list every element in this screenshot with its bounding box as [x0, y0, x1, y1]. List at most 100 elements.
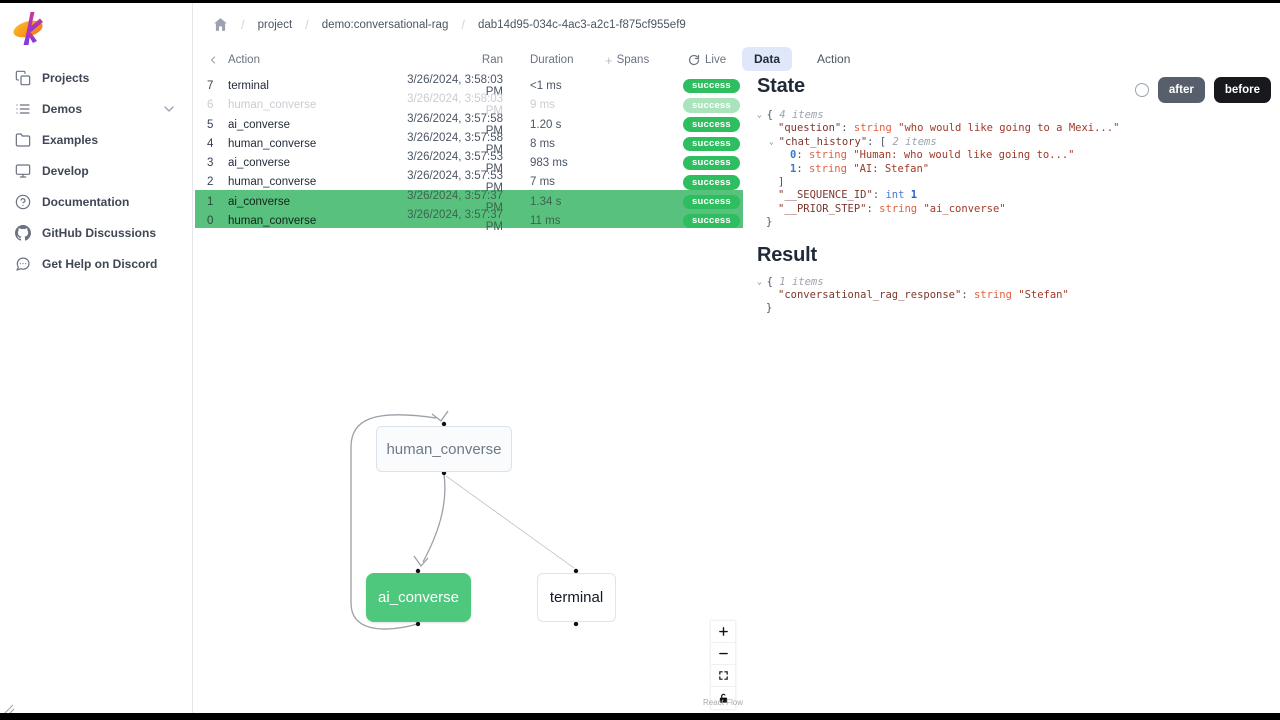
- breadcrumb-separator: /: [305, 17, 309, 32]
- json-line: "question": string "who would like going…: [757, 122, 1272, 135]
- state-json-tree: ⌄ { 4 items"question": string "who would…: [757, 109, 1272, 230]
- sidebar-item-get-help-on-discord[interactable]: Get Help on Discord: [0, 248, 192, 279]
- table-row[interactable]: 0human_converse3/26/2024, 3:57:37 PM11 m…: [195, 209, 743, 228]
- json-line: ⌄ { 4 items: [757, 109, 1272, 122]
- breadcrumb-item[interactable]: project: [258, 19, 293, 31]
- table-row[interactable]: 7terminal3/26/2024, 3:58:03 PM<1 mssucce…: [195, 74, 743, 93]
- burr-logo-icon[interactable]: [12, 10, 46, 48]
- column-header-spans[interactable]: + Spans: [595, 53, 683, 68]
- json-line: "__SEQUENCE_ID": int 1: [757, 189, 1272, 202]
- table-body: 7terminal3/26/2024, 3:58:03 PM<1 mssucce…: [195, 74, 743, 228]
- examples-folder-icon: [15, 132, 31, 148]
- after-before-toggle: after before: [1135, 77, 1271, 103]
- row-index: 2: [195, 176, 228, 188]
- result-title: Result: [757, 244, 1272, 267]
- row-action: terminal: [228, 80, 391, 92]
- before-button[interactable]: before: [1214, 77, 1271, 103]
- row-duration: 1.34 s: [503, 196, 595, 208]
- graph-node-human-converse[interactable]: human_converse: [376, 426, 512, 472]
- breadcrumb-item[interactable]: dab14d95-034c-4ac3-a2c1-f875cf955ef9: [478, 19, 686, 31]
- json-line: }: [757, 216, 1272, 229]
- table-row[interactable]: 5ai_converse3/26/2024, 3:57:58 PM1.20 ss…: [195, 113, 743, 132]
- back-chevron-icon[interactable]: [195, 54, 228, 66]
- row-duration: 9 ms: [503, 99, 595, 111]
- row-duration: 983 ms: [503, 157, 595, 169]
- row-action: ai_converse: [228, 119, 391, 131]
- projects-copy-icon: [15, 70, 31, 86]
- compare-radio[interactable]: [1135, 83, 1149, 97]
- graph-node-ai-converse[interactable]: ai_converse: [366, 573, 471, 622]
- row-action: ai_converse: [228, 196, 391, 208]
- graph-node-terminal[interactable]: terminal: [537, 573, 616, 622]
- sidebar-item-label: GitHub Discussions: [42, 226, 156, 240]
- collapse-arrow-icon[interactable]: ⌄: [757, 108, 767, 121]
- row-index: 6: [195, 99, 228, 111]
- sidebar-nav: Projects Demos Examples Develop Documentatio…: [0, 62, 192, 279]
- state-title: State: [757, 75, 805, 98]
- table-row[interactable]: 4human_converse3/26/2024, 3:57:58 PM8 ms…: [195, 132, 743, 151]
- demos-list-icon: [15, 101, 31, 117]
- github-icon: [15, 225, 31, 241]
- row-action: human_converse: [228, 176, 391, 188]
- collapse-arrow-icon[interactable]: ⌄: [757, 275, 767, 288]
- json-line: }: [757, 302, 1272, 315]
- sidebar-item-demos[interactable]: Demos: [0, 93, 192, 124]
- result-json-tree: ⌄ { 1 items"conversational_rag_response"…: [757, 276, 1272, 316]
- sidebar-item-label: Demos: [42, 102, 82, 116]
- row-index: 0: [195, 215, 228, 227]
- row-duration: 11 ms: [503, 215, 595, 227]
- table-row[interactable]: 3ai_converse3/26/2024, 3:57:53 PM983 mss…: [195, 151, 743, 170]
- column-header-ran: Ran: [391, 54, 503, 66]
- row-index: 3: [195, 157, 228, 169]
- develop-monitor-icon: [15, 163, 31, 179]
- live-toggle[interactable]: Live: [683, 54, 743, 66]
- documentation-help-icon: [15, 194, 31, 210]
- table-row[interactable]: 6human_converse3/26/2024, 3:58:03 PM9 ms…: [195, 93, 743, 112]
- row-action: ai_converse: [228, 157, 391, 169]
- detail-tabs: Data Action: [742, 47, 862, 71]
- discord-chat-icon: [15, 256, 31, 272]
- tab-data[interactable]: Data: [742, 47, 792, 71]
- tab-action[interactable]: Action: [805, 47, 862, 71]
- zoom-in-icon[interactable]: [711, 621, 735, 643]
- table-header: Action Ran Duration + Spans Live: [195, 49, 743, 71]
- fit-view-icon[interactable]: [711, 665, 735, 687]
- row-action: human_converse: [228, 138, 391, 150]
- row-index: 5: [195, 119, 228, 131]
- sidebar-item-github-discussions[interactable]: GitHub Discussions: [0, 217, 192, 248]
- refresh-icon: [688, 54, 700, 66]
- sidebar-item-examples[interactable]: Examples: [0, 124, 192, 155]
- plus-icon: +: [605, 53, 613, 68]
- status-badge: success: [683, 156, 740, 171]
- row-index: 7: [195, 80, 228, 92]
- home-icon[interactable]: [213, 17, 228, 32]
- sidebar-item-documentation[interactable]: Documentation: [0, 186, 192, 217]
- status-badge: success: [683, 117, 740, 132]
- sidebar-item-label: Develop: [42, 164, 89, 178]
- json-line: 0: string "Human: who would like going t…: [757, 149, 1272, 162]
- row-duration: 8 ms: [503, 138, 595, 150]
- table-row[interactable]: 1ai_converse3/26/2024, 3:57:37 PM1.34 ss…: [195, 190, 743, 209]
- sidebar-item-projects[interactable]: Projects: [0, 62, 192, 93]
- sidebar-item-develop[interactable]: Develop: [0, 155, 192, 186]
- breadcrumb-item[interactable]: demo:conversational-rag: [322, 19, 449, 31]
- zoom-out-icon[interactable]: [711, 643, 735, 665]
- json-line: "__PRIOR_STEP": string "ai_converse": [757, 203, 1272, 216]
- reactflow-attribution[interactable]: React Flow: [694, 698, 752, 707]
- breadcrumb-separator: /: [461, 17, 465, 32]
- row-ran: 3/26/2024, 3:57:37 PM: [391, 209, 503, 233]
- collapse-arrow-icon[interactable]: ⌄: [769, 135, 779, 148]
- chevron-down-icon: [161, 101, 177, 117]
- row-duration: 7 ms: [503, 176, 595, 188]
- status-badge: success: [683, 137, 740, 152]
- breadcrumb: /project/demo:conversational-rag/dab14d9…: [213, 17, 686, 32]
- reactflow-controls: [711, 621, 735, 709]
- row-action: human_converse: [228, 215, 391, 227]
- app-window: Projects Demos Examples Develop Documentatio…: [0, 0, 1280, 720]
- after-button[interactable]: after: [1158, 77, 1205, 103]
- json-line: ⌄ "chat_history": [ 2 items: [757, 136, 1272, 149]
- state-panel: State after before ⌄ { 4 items"question"…: [757, 72, 1272, 320]
- status-badge: success: [683, 98, 740, 113]
- sidebar-item-label: Examples: [42, 133, 98, 147]
- table-row[interactable]: 2human_converse3/26/2024, 3:57:53 PM7 ms…: [195, 170, 743, 189]
